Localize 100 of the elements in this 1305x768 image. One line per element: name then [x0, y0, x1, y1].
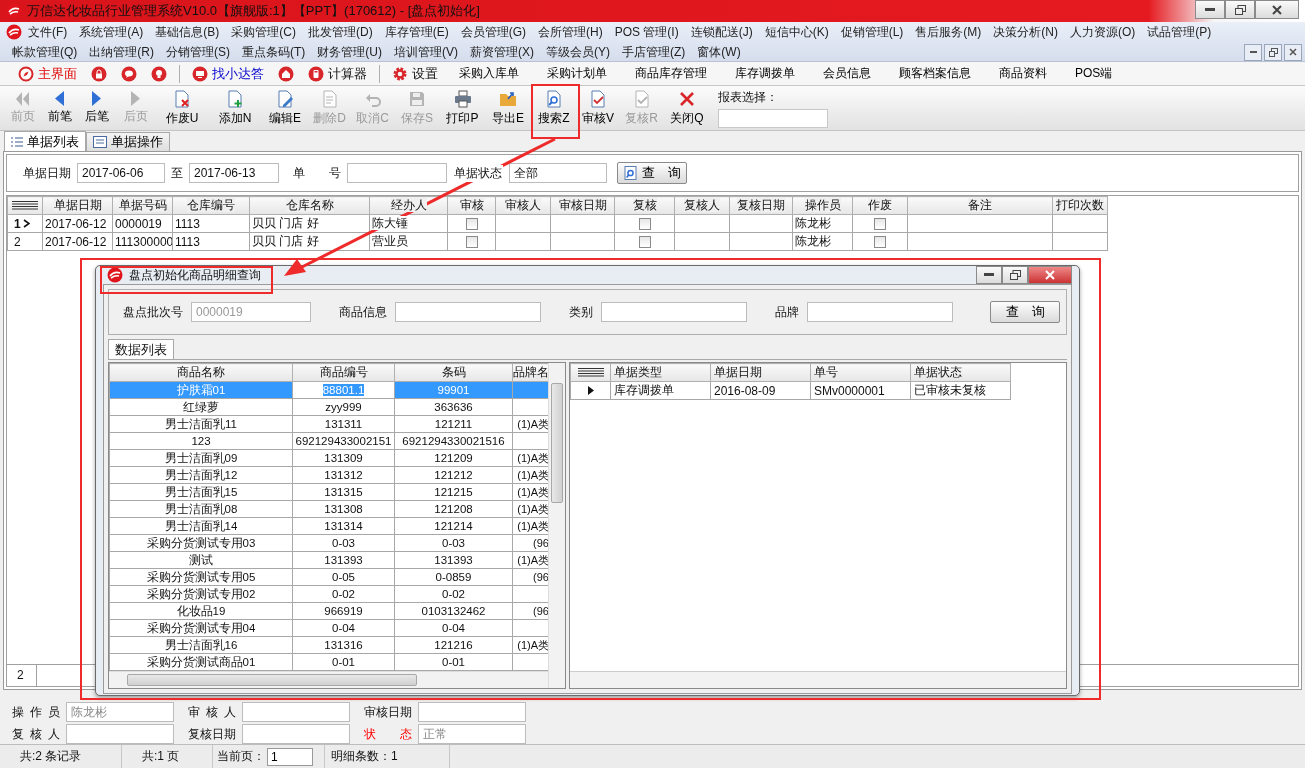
quick-link[interactable]: 计算器 — [304, 64, 371, 83]
menu-item[interactable]: 手店管理(Z) — [616, 43, 692, 61]
minimize-button[interactable] — [976, 266, 1002, 284]
quick-link[interactable]: 会员信息 — [812, 65, 882, 82]
quick-link[interactable]: 采购入库单 — [448, 65, 530, 82]
quick-link[interactable]: 设置 — [388, 64, 442, 83]
toolbar-button[interactable]: 审核V — [577, 86, 619, 130]
column-header[interactable]: 单据日期 — [42, 196, 113, 215]
grid-menu-icon[interactable] — [577, 367, 604, 377]
input-field[interactable] — [347, 163, 447, 183]
checkbox[interactable] — [874, 218, 886, 231]
page-field[interactable]: 1 — [267, 747, 313, 766]
menu-item[interactable]: 采购管理(C) — [225, 23, 302, 41]
menu-item[interactable]: 试品管理(P) — [1141, 23, 1218, 41]
scrollbar[interactable] — [570, 671, 1066, 688]
quick-link[interactable]: 商品资料 — [988, 65, 1058, 82]
column-header[interactable]: 审核 — [447, 196, 496, 215]
column-header[interactable]: 经办人 — [369, 196, 448, 215]
toolbar-button[interactable]: 编辑E — [262, 86, 308, 130]
input-field[interactable] — [395, 302, 541, 322]
row-header[interactable]: 2 — [7, 232, 43, 251]
menu-item[interactable]: 批发管理(D) — [302, 23, 379, 41]
menu-item[interactable]: 售后服务(M) — [909, 23, 988, 41]
date-field[interactable]: 2017-06-06 — [77, 163, 165, 183]
tab[interactable]: 单据操作 — [86, 132, 170, 151]
column-header[interactable]: 单据日期 — [710, 363, 811, 382]
quick-link[interactable]: 库存调拨单 — [724, 65, 806, 82]
tab[interactable]: 单据列表 — [4, 131, 86, 151]
column-header[interactable]: 商品编号 — [292, 363, 395, 382]
quick-link[interactable]: POS端 — [1064, 65, 1124, 82]
restore-button[interactable] — [1264, 43, 1282, 61]
minimize-button[interactable] — [1195, 0, 1225, 19]
menu-item[interactable]: 出纳管理(R) — [83, 43, 160, 61]
toolbar-button[interactable]: 打印P — [440, 86, 485, 130]
row-header[interactable]: 1 — [7, 214, 43, 233]
menu-item[interactable]: POS 管理(I) — [608, 23, 685, 41]
column-header[interactable]: 单据号码 — [112, 196, 173, 215]
toolbar-button[interactable]: 后笔 — [78, 86, 115, 130]
menu-item[interactable]: 重点条码(T) — [236, 43, 312, 61]
menu-item[interactable]: 系统管理(A) — [73, 23, 150, 41]
column-header[interactable]: 审核日期 — [550, 196, 615, 215]
column-header[interactable]: 打印次数 — [1052, 196, 1108, 215]
checkbox[interactable] — [638, 218, 651, 231]
checkbox[interactable] — [874, 236, 886, 249]
menu-item[interactable]: 财务管理(U) — [311, 43, 388, 61]
column-header[interactable]: 作废 — [852, 196, 908, 215]
column-header[interactable]: 仓库名称 — [249, 196, 370, 215]
query-button[interactable]: 查 询 — [990, 301, 1060, 323]
checkbox[interactable] — [465, 218, 478, 231]
menu-item[interactable]: 短信中心(K) — [758, 23, 835, 41]
close-button[interactable] — [1255, 0, 1299, 19]
toolbar-button[interactable]: 关闭Q — [664, 86, 710, 130]
column-header[interactable]: 操作员 — [792, 196, 853, 215]
column-header[interactable]: 复核人 — [674, 196, 730, 215]
menu-item[interactable]: 基础信息(B) — [149, 23, 226, 41]
column-header[interactable]: 商品名称 — [109, 363, 293, 382]
menu-item[interactable]: 窗体(W) — [691, 43, 747, 61]
checkbox[interactable] — [465, 236, 478, 249]
toolbar-button[interactable]: 搜索Z — [531, 86, 577, 130]
column-header[interactable]: 仓库编号 — [172, 196, 250, 215]
menu-item[interactable]: 等级会员(Y) — [540, 43, 616, 61]
toolbar-button[interactable]: 添加N — [208, 86, 262, 130]
input-field[interactable]: 正常 — [418, 724, 526, 744]
input-field[interactable] — [242, 724, 350, 744]
close-button[interactable] — [1028, 266, 1072, 284]
scrollbar[interactable] — [548, 363, 565, 688]
quick-link[interactable]: 顾客档案信息 — [888, 65, 982, 82]
quick-link[interactable]: 找小达答 — [188, 64, 268, 83]
input-field[interactable] — [66, 724, 174, 744]
close-button[interactable] — [1284, 43, 1302, 61]
input-field[interactable] — [601, 302, 747, 322]
menu-item[interactable]: 培训管理(V) — [388, 43, 464, 61]
menu-item[interactable]: 会所管理(H) — [532, 23, 609, 41]
menu-item[interactable]: 促销管理(L) — [834, 23, 910, 41]
restore-button[interactable] — [1002, 266, 1028, 284]
quick-link[interactable]: 采购计划单 — [536, 65, 618, 82]
quick-link[interactable]: 商品库存管理 — [624, 65, 718, 82]
menu-item[interactable]: 文件(F) — [22, 23, 74, 41]
input-field[interactable]: 陈龙彬 — [66, 702, 174, 722]
column-header[interactable]: 单号 — [810, 363, 911, 382]
scrollbar[interactable] — [109, 671, 548, 688]
toolbar-button[interactable]: 前笔 — [41, 86, 78, 130]
input-field[interactable] — [418, 702, 526, 722]
row-header[interactable] — [570, 381, 611, 400]
input-field[interactable] — [242, 702, 350, 722]
tab[interactable]: 数据列表 — [108, 339, 174, 359]
column-header[interactable]: 单据类型 — [610, 363, 711, 382]
checkbox[interactable] — [638, 236, 651, 249]
column-header[interactable]: 复核日期 — [729, 196, 793, 215]
menu-item[interactable]: 帐款管理(Q) — [6, 43, 84, 61]
toolbar-button[interactable]: 导出E — [485, 86, 531, 130]
menu-item[interactable]: 会员管理(G) — [454, 23, 532, 41]
grid-menu-icon[interactable] — [12, 200, 38, 210]
query-button[interactable]: 查 询 — [617, 162, 687, 184]
column-header[interactable]: 复核 — [614, 196, 675, 215]
column-header[interactable]: 备注 — [907, 196, 1053, 215]
restore-button[interactable] — [1225, 0, 1255, 19]
menu-item[interactable]: 分销管理(S) — [160, 43, 236, 61]
menu-item[interactable]: 决策分析(N) — [987, 23, 1065, 41]
toolbar-button[interactable]: 作废U — [156, 86, 208, 130]
